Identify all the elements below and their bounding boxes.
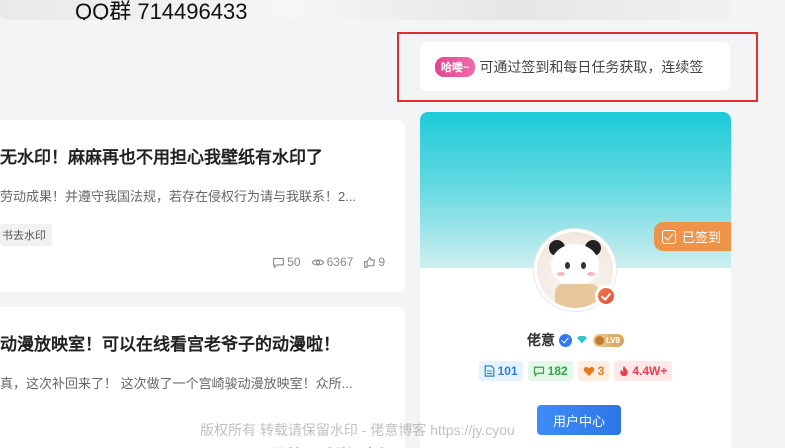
eye-icon [311, 259, 324, 265]
level-badge: LV8 [592, 333, 625, 347]
comment-icon [533, 366, 544, 377]
diamond-icon [576, 334, 589, 347]
top-banner[interactable]: QQ群 714496433 [0, 0, 731, 20]
post-tag[interactable]: 书去水印 [0, 224, 52, 246]
like-count[interactable]: 9 [363, 255, 385, 269]
user-name-row: 佬意 LV8 [420, 330, 731, 350]
level-icon [594, 335, 604, 345]
view-count-value: 6367 [326, 255, 354, 269]
comment-count-value: 50 [287, 255, 301, 269]
calendar-check-icon [661, 229, 676, 244]
highlight-box [397, 32, 758, 102]
post-card[interactable]: 无水印！麻麻再也不用担心我壁纸有水印了 劳动成果！并遵守我国法规，若存在侵权行为… [0, 120, 405, 292]
user-profile-card: 已签到 佬意 LV8 101 182 3 4.4W+ 用户中心 [420, 112, 731, 448]
user-name[interactable]: 佬意 [527, 330, 555, 350]
comment-icon [273, 257, 285, 269]
comment-count: 50 [272, 255, 301, 269]
stat-likes-value: 3 [597, 364, 605, 378]
level-text: LV8 [605, 335, 621, 345]
stat-likes[interactable]: 3 [577, 361, 610, 381]
user-stats: 101 182 3 4.4W+ [420, 361, 731, 381]
watermark-text: 版权所有 转载请保留水印 - 佬意博客 https://jy.cyou [200, 422, 515, 438]
stat-hot[interactable]: 4.4W+ [614, 361, 673, 381]
view-count: 6367 [311, 255, 354, 269]
stat-posts[interactable]: 101 [478, 361, 523, 381]
stat-comments[interactable]: 182 [527, 361, 573, 381]
vip-check-icon [595, 285, 617, 307]
post-title[interactable]: 动漫放映室！可以在线看宫老爷子的动漫啦！ [0, 330, 340, 355]
user-center-button[interactable]: 用户中心 [537, 405, 621, 435]
document-icon [484, 365, 494, 377]
banner-text: QQ群 714496433 [75, 0, 248, 20]
post-excerpt: 劳动成果！并遵守我国法规，若存在侵权行为请与我联系！2... [0, 189, 357, 204]
stat-hot-value: 4.4W+ [632, 364, 668, 378]
post-excerpt: 真，这次补回来了！ 这次做了一个宫崎骏动漫放映室！众所... [0, 376, 353, 391]
flame-icon [620, 365, 629, 377]
stat-posts-value: 101 [497, 364, 518, 378]
stat-comments-value: 182 [547, 364, 568, 378]
like-count-value: 9 [378, 255, 385, 269]
signed-label: 已签到 [681, 230, 721, 245]
heart-icon [583, 366, 594, 376]
post-title[interactable]: 无水印！麻麻再也不用担心我壁纸有水印了 [0, 143, 323, 168]
verified-icon [558, 333, 572, 347]
post-meta: 50 6367 9 [272, 255, 385, 269]
signed-in-badge[interactable]: 已签到 [653, 222, 731, 251]
thumbs-up-icon [364, 256, 376, 268]
